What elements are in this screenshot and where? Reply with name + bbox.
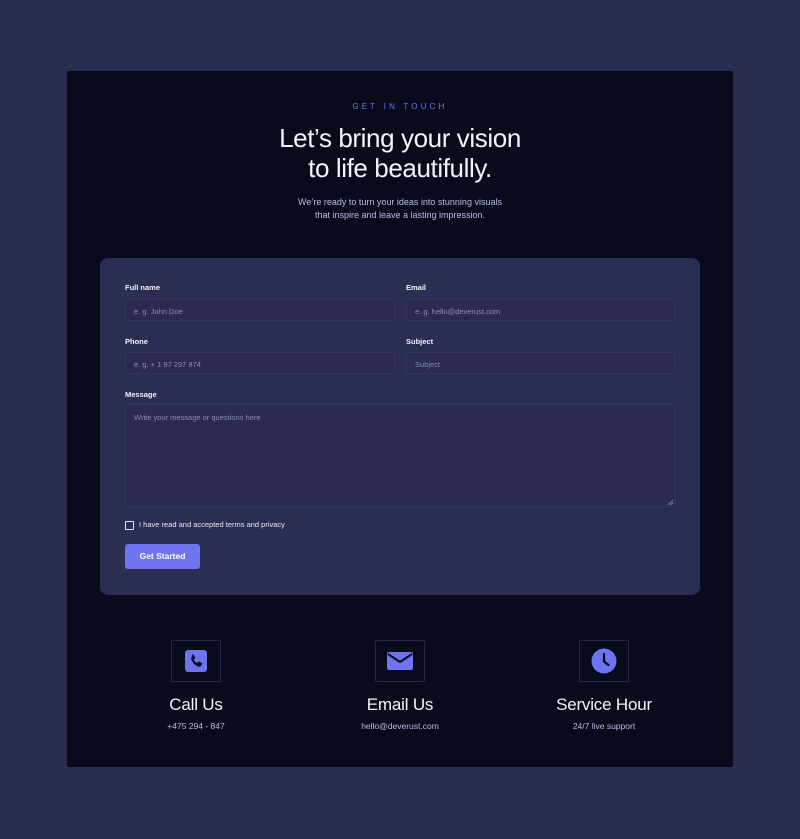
email-us-block: Email Us hello@deverust.com	[300, 640, 500, 731]
terms-label: I have read and accepted terms and priva…	[139, 520, 285, 529]
phone-label: Phone	[125, 337, 148, 346]
phone-icon	[185, 650, 207, 672]
section-eyebrow: GET IN TOUCH	[352, 102, 448, 111]
full-name-input[interactable]: e. g. John Doe	[125, 299, 395, 321]
title-line-2: to life beautifully.	[308, 153, 492, 183]
subject-label: Subject	[406, 337, 434, 346]
title-line-1: Let’s bring your vision	[279, 123, 521, 153]
call-us-title: Call Us	[169, 695, 223, 714]
service-hour-text: 24/7 live support	[572, 721, 636, 731]
subject-placeholder: Subject	[415, 360, 441, 369]
phone-icon-box	[171, 640, 221, 682]
email-placeholder: e. g. hello@deverust.com	[415, 307, 501, 316]
terms-checkbox[interactable]	[125, 521, 134, 530]
email-input[interactable]: e. g. hello@deverust.com	[406, 299, 675, 321]
subtitle-line-2: that inspire and leave a lasting impress…	[314, 210, 486, 220]
service-hour-block: Service Hour 24/7 live support	[504, 640, 704, 731]
page-title: Let’s bring your vision to life beautifu…	[67, 123, 733, 183]
full-name-label: Full name	[125, 283, 161, 292]
email-us-title: Email Us	[366, 695, 434, 714]
phone-placeholder: e. g. + 1 97 297 874	[134, 360, 201, 369]
get-started-button[interactable]: Get Started	[125, 544, 200, 569]
mail-icon-box	[375, 640, 425, 682]
clock-icon-box	[579, 640, 629, 682]
contact-panel: GET IN TOUCH Let’s bring your vision to …	[67, 71, 733, 767]
subject-input[interactable]: Subject	[406, 352, 675, 374]
page-subtitle: We’re ready to turn your ideas into stun…	[67, 196, 733, 222]
clock-icon	[591, 648, 617, 674]
resize-handle-icon[interactable]	[667, 499, 673, 505]
mail-icon	[387, 652, 413, 670]
email-label: Email	[406, 283, 427, 292]
full-name-placeholder: e. g. John Doe	[134, 307, 183, 316]
service-hour-title: Service Hour	[556, 695, 652, 714]
message-textarea[interactable]: Write your message or questions here	[125, 404, 675, 507]
email-us-address[interactable]: hello@deverust.com	[300, 721, 500, 731]
call-us-phone[interactable]: +475 294 - 847	[96, 721, 296, 731]
phone-input[interactable]: e. g. + 1 97 297 874	[125, 352, 395, 374]
message-label: Message	[125, 390, 157, 399]
message-placeholder: Write your message or questions here	[134, 413, 261, 422]
contact-form: Full name e. g. John Doe Email e. g. hel…	[100, 258, 700, 595]
call-us-block: Call Us +475 294 - 847	[96, 640, 296, 731]
subtitle-line-1: We’re ready to turn your ideas into stun…	[298, 197, 502, 207]
